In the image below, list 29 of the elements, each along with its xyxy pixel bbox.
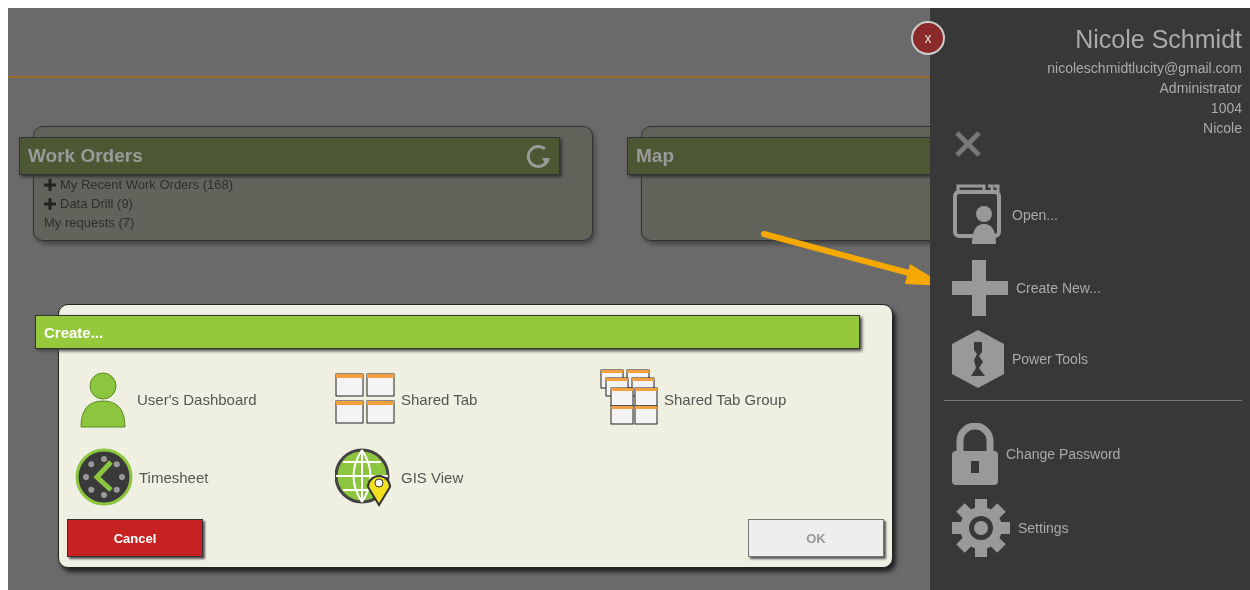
dialog-title: Create... — [35, 315, 860, 349]
option-label[interactable]: Shared Tab — [401, 390, 478, 408]
user-number: 1004 — [1210, 99, 1242, 118]
padlock-icon — [952, 423, 998, 485]
option-label[interactable]: GIS View — [401, 468, 464, 486]
option-label[interactable]: Shared Tab Group — [664, 390, 787, 408]
refresh-icon[interactable] — [525, 143, 551, 169]
plus-icon — [952, 260, 1008, 316]
menu-item[interactable]: Change Password — [1006, 446, 1121, 462]
clock-icon — [75, 448, 133, 506]
user-name: Nicole Schmidt — [1075, 24, 1242, 54]
user-email: nicoleschmidtlucity@gmail.com — [1047, 59, 1242, 78]
menu-item[interactable]: Power Tools — [1012, 351, 1088, 367]
close-button[interactable]: x — [911, 21, 945, 55]
menu-item[interactable]: Create New... — [1016, 280, 1101, 296]
plus-icon — [44, 197, 56, 210]
option-label[interactable]: User's Dashboard — [137, 390, 257, 408]
card-title: Work Orders — [28, 145, 143, 167]
option-label[interactable]: Timesheet — [139, 468, 209, 486]
settings-icon — [952, 499, 1010, 557]
menu-item[interactable]: Settings — [1018, 520, 1069, 536]
plus-icon — [44, 178, 56, 191]
window-grid-icon — [335, 373, 395, 425]
user-nickname: Nicole — [1203, 119, 1242, 138]
card-title: Map — [636, 145, 674, 167]
user-role: Administrator — [1159, 79, 1242, 98]
cancel-button[interactable]: Cancel — [67, 519, 203, 557]
folder-person-icon — [952, 184, 1004, 246]
menu-item[interactable]: Open... — [1012, 207, 1058, 223]
